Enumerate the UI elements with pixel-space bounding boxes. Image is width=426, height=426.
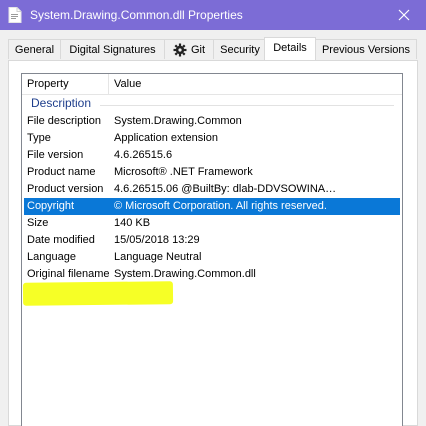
property-value: System.Drawing.Common.dll <box>114 268 256 280</box>
property-value: Microsoft® .NET Framework <box>114 166 253 178</box>
property-value: 4.6.26515.6 <box>114 149 173 161</box>
detail-row-product-name[interactable]: Product name Microsoft® .NET Framework <box>22 164 402 181</box>
property-name: Size <box>27 217 49 229</box>
yellow-highlighter-mark <box>22 281 174 306</box>
property-name: Original filename <box>27 268 110 280</box>
tab-previous-versions-label: Previous Versions <box>321 44 411 56</box>
property-name: Type <box>27 132 51 144</box>
column-header-property[interactable]: Property <box>27 74 69 94</box>
gear-icon <box>173 43 187 57</box>
details-list[interactable]: Property Value Description File descript… <box>21 73 403 426</box>
property-value: © Microsoft Corporation. All rights rese… <box>114 200 327 212</box>
detail-row-date-modified[interactable]: Date modified 15/05/2018 13:29 <box>22 232 402 249</box>
tab-general[interactable]: General <box>8 39 61 59</box>
property-value: Application extension <box>114 132 218 144</box>
property-value: 15/05/2018 13:29 <box>114 234 200 246</box>
tab-details[interactable]: Details <box>264 37 316 60</box>
tab-digital-signatures-label: Digital Signatures <box>69 44 156 56</box>
detail-row-type[interactable]: Type Application extension <box>22 130 402 147</box>
property-value: 4.6.26515.06 @BuiltBy: dlab-DDVSOWINAGE.… <box>114 183 342 195</box>
property-name: Product version <box>27 183 104 195</box>
window-title: System.Drawing.Common.dll Properties <box>30 8 243 22</box>
detail-row-file-description[interactable]: File description System.Drawing.Common <box>22 113 402 130</box>
tab-details-label: Details <box>273 42 307 54</box>
tab-strip: General Digital Signatures Git Security … <box>8 37 418 60</box>
group-label: Description <box>31 96 92 110</box>
property-name: Copyright <box>27 200 75 212</box>
property-name: Product name <box>27 166 96 178</box>
close-icon <box>398 9 410 21</box>
file-icon <box>8 7 22 23</box>
column-divider[interactable] <box>108 74 109 94</box>
tab-previous-versions[interactable]: Previous Versions <box>315 39 417 59</box>
detail-row-file-version[interactable]: File version 4.6.26515.6 <box>22 147 402 164</box>
tab-digital-signatures[interactable]: Digital Signatures <box>60 39 165 59</box>
property-value: System.Drawing.Common <box>114 115 242 127</box>
window-titlebar: System.Drawing.Common.dll Properties <box>0 0 426 30</box>
tab-general-label: General <box>14 44 55 56</box>
detail-row-size[interactable]: Size 140 KB <box>22 215 402 232</box>
group-header-description[interactable]: Description <box>22 95 402 113</box>
detail-row-language[interactable]: Language Language Neutral <box>22 249 402 266</box>
tab-git-label: Git <box>190 44 206 56</box>
detail-row-original-filename[interactable]: Original filename System.Drawing.Common.… <box>22 266 402 283</box>
detail-row-copyright[interactable]: Copyright © Microsoft Corporation. All r… <box>24 198 400 215</box>
tab-security-label: Security <box>220 44 260 56</box>
property-name: File version <box>27 149 84 161</box>
property-name: Language <box>27 251 76 263</box>
group-divider <box>100 105 394 106</box>
tab-security[interactable]: Security <box>213 39 267 59</box>
property-name: File description <box>27 115 101 127</box>
detail-row-product-version[interactable]: Product version 4.6.26515.06 @BuiltBy: d… <box>22 181 402 198</box>
property-value: 140 KB <box>114 217 151 229</box>
close-button[interactable] <box>382 0 426 30</box>
property-value: Language Neutral <box>114 251 202 263</box>
column-header-value[interactable]: Value <box>114 74 141 94</box>
list-header: Property Value <box>22 74 402 95</box>
tab-git[interactable]: Git <box>164 39 214 59</box>
property-name: Date modified <box>27 234 95 246</box>
